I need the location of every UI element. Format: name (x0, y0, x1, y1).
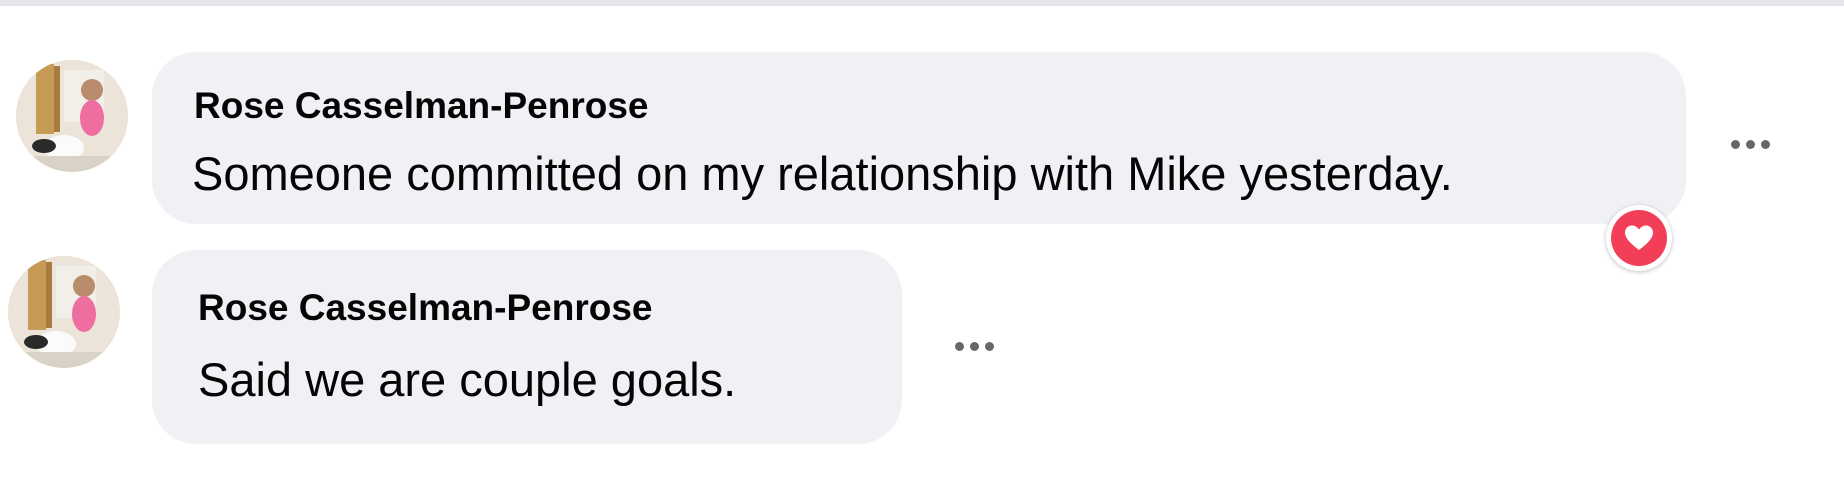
top-divider (0, 0, 1844, 6)
dot (984, 341, 994, 351)
author-name[interactable]: Rose Casselman-Penrose (198, 286, 652, 330)
comment-item: Rose Casselman-Penrose Someone committed… (0, 50, 1844, 271)
more-options-icon[interactable] (942, 326, 1006, 366)
dot (969, 341, 979, 351)
dot (1745, 139, 1755, 149)
dot (954, 341, 964, 351)
dot (1730, 139, 1740, 149)
avatar-photo (16, 60, 128, 172)
comment-bubble: Rose Casselman-Penrose Said we are coupl… (152, 250, 902, 444)
dot (1760, 139, 1770, 149)
author-name[interactable]: Rose Casselman-Penrose (194, 84, 648, 128)
avatar[interactable] (8, 256, 120, 368)
more-options-icon[interactable] (1718, 124, 1782, 164)
comment-bubble: Rose Casselman-Penrose Someone committed… (152, 52, 1686, 224)
comment-item: Rose Casselman-Penrose Said we are coupl… (0, 250, 1844, 450)
heart-icon (1625, 225, 1653, 250)
avatar-photo (8, 256, 120, 368)
comment-text: Said we are couple goals. (198, 353, 737, 406)
avatar[interactable] (16, 60, 128, 172)
comment-text: Someone committed on my relationship wit… (192, 147, 1453, 200)
